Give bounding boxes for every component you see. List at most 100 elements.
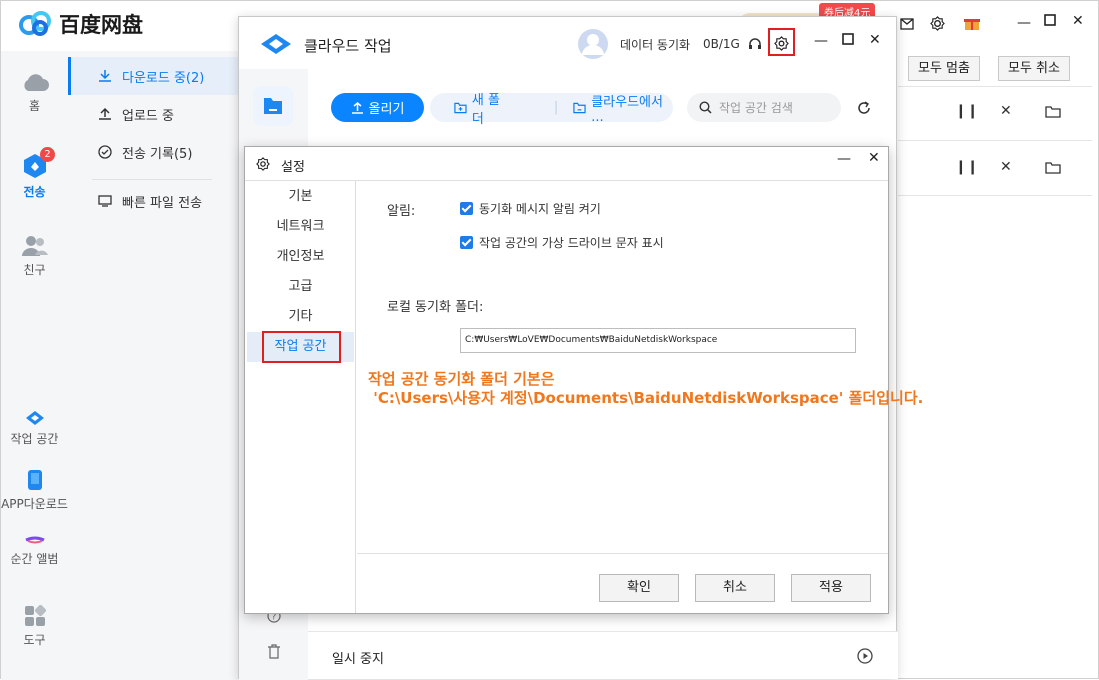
rail-friends[interactable]: 친구 [1,235,68,278]
row-divider [898,86,1092,87]
close-button[interactable]: ✕ [1072,13,1084,29]
settings-gear-icon[interactable] [930,16,945,31]
settings-nav-advanced[interactable]: 고급 [245,272,356,302]
row-pause-icon[interactable]: ❙❙ [955,103,978,119]
cloud-work-logo-icon [261,34,291,54]
headset-icon[interactable] [748,37,762,51]
checkbox-checked-icon [460,236,473,249]
submenu-divider [92,179,212,180]
baidu-cloud-logo-icon [19,11,51,36]
album-icon [24,536,45,544]
row-divider [898,195,1092,196]
upload-arrow-icon [351,102,363,114]
upload-button[interactable]: 올리기 [331,93,424,122]
cloud-folder-icon [573,102,586,113]
settings-minimize-button[interactable]: — [837,151,851,167]
workspace-search-input[interactable]: 작업 공간 검색 [687,93,841,122]
settings-nav-basic[interactable]: 기본 [245,182,356,212]
checkbox-checked-icon [460,202,473,215]
drive-letter-checkbox[interactable]: 작업 공간의 가상 드라이브 문자 표시 [460,234,664,251]
submenu-quick-send[interactable]: 빠른 파일 전송 [68,182,238,220]
cloud-close-button[interactable]: ✕ [869,32,881,48]
mail-icon[interactable] [900,18,914,30]
rail-tools[interactable]: 도구 [1,605,68,648]
user-avatar[interactable] [577,28,609,60]
gift-icon[interactable] [964,15,980,31]
usage-label: 0B/1G [703,37,740,51]
sync-notify-label: 동기화 메시지 알림 켜기 [479,202,601,216]
settings-close-button[interactable]: ✕ [868,150,880,166]
check-circle-icon [98,145,112,159]
upload-button-label: 올리기 [368,102,405,117]
group-divider: | [553,100,559,115]
highlight-workspace-box [262,331,341,363]
submenu-downloading[interactable]: 다운로드 중(2) [68,57,238,95]
cloud-window-title: 클라우드 작업 [304,37,392,55]
from-cloud-label: 클라우드에서 ... [591,94,663,125]
app-logo[interactable]: 百度网盘 [19,9,143,39]
search-placeholder: 작업 공간 검색 [719,101,793,115]
local-folder-label: 로컬 동기화 폴더: [387,300,484,315]
mobile-app-icon [27,470,42,490]
settings-nav-network[interactable]: 네트워크 [245,212,356,242]
from-cloud-button[interactable]: 클라우드에서 ... [573,91,673,125]
paused-label: 일시 중지 [332,652,384,667]
rail-moment-album[interactable]: 순간 앨범 [1,534,68,567]
submenu-uploading[interactable]: 업로드 중 [68,95,238,133]
rail-tools-label: 도구 [23,633,46,647]
left-rail [1,51,68,680]
cloud-maximize-button[interactable] [842,33,854,49]
svg-text:?: ? [272,613,277,623]
action-button-group: 새 폴더 | 클라우드에서 ... [430,91,673,127]
row-divider [898,140,1092,141]
new-folder-button[interactable]: 새 폴더 [454,89,509,127]
submenu-history[interactable]: 전송 기록(5) [68,133,238,171]
rail-friends-label: 친구 [23,263,46,277]
rail-app-download[interactable]: APP다운로드 [1,469,68,512]
sync-notify-checkbox[interactable]: 동기화 메시지 알림 켜기 [460,200,601,217]
row-folder-icon[interactable] [1045,161,1061,174]
row-cancel-icon[interactable]: ✕ [1000,159,1012,175]
row-pause-icon[interactable]: ❙❙ [955,159,978,175]
rail-moment-album-label: 순간 앨범 [10,552,59,566]
confirm-button[interactable]: 확인 [599,574,679,602]
rail-workspace[interactable]: 작업 공간 [1,410,68,447]
apply-button[interactable]: 적용 [791,574,871,602]
cancel-all-button[interactable]: 모두 취소 [998,56,1070,81]
refresh-icon[interactable] [857,101,871,115]
notice-label: 알림: [387,204,416,219]
folder-nav-icon[interactable] [253,86,293,126]
pause-all-button[interactable]: 모두 멈춤 [908,56,980,81]
new-folder-icon [454,102,467,113]
trash-icon[interactable] [267,644,281,659]
cloud-minimize-button[interactable]: — [814,33,828,49]
drive-letter-label: 작업 공간의 가상 드라이브 문자 표시 [479,236,664,250]
tools-grid-icon [24,605,46,626]
submenu-uploading-label: 업로드 중 [122,108,174,124]
monitor-icon [98,195,112,207]
new-folder-label: 새 폴더 [471,92,500,127]
rail-app-download-label: APP다운로드 [1,497,68,511]
paused-section[interactable]: 일시 중지 [308,631,898,679]
download-icon [99,70,111,82]
rail-transfer[interactable]: 전송 [1,153,68,200]
upload-icon [99,107,111,120]
submenu-history-label: 전송 기록(5) [122,146,193,162]
annotation-line-1: 작업 공간 동기화 폴더 기본은 [368,370,555,388]
rail-home[interactable]: 홈 [1,71,68,114]
row-folder-icon[interactable] [1045,105,1061,118]
minimize-button[interactable]: — [1017,15,1031,31]
annotation-note: 작업 공간 동기화 폴더 기본은 'C:\Users\사용자 계정\Docume… [368,370,923,408]
maximize-button[interactable] [1044,14,1056,30]
friends-icon [21,236,48,256]
row-cancel-icon[interactable]: ✕ [1000,103,1012,119]
rail-home-label: 홈 [28,99,41,113]
app-name: 百度网盘 [59,13,143,37]
settings-nav-other[interactable]: 기타 [245,302,356,332]
submenu-downloading-label: 다운로드 중(2) [122,70,205,86]
cloud-home-icon [23,74,49,91]
play-circle-icon[interactable] [857,648,873,664]
settings-nav-privacy[interactable]: 개인정보 [245,242,356,272]
cancel-button[interactable]: 취소 [695,574,775,602]
local-folder-path-field[interactable]: C:₩Users₩LoVE₩Documents₩BaiduNetdiskWork… [460,328,856,353]
